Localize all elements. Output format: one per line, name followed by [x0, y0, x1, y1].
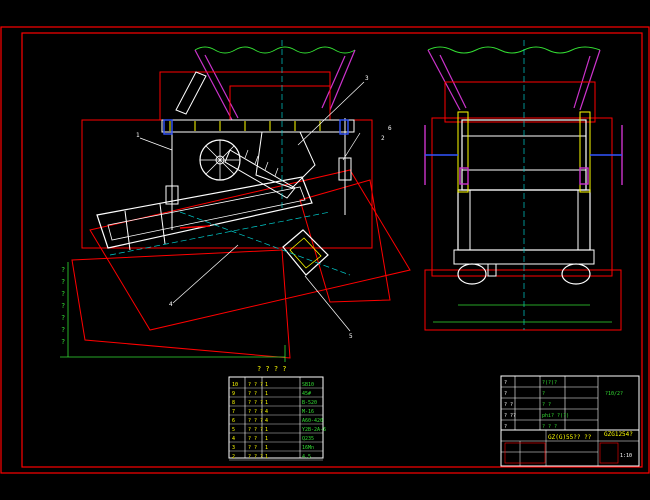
leader-label: 1 — [136, 132, 140, 139]
leader-label: 5 — [349, 333, 353, 340]
title-block-cell: ? — [542, 391, 545, 397]
svg-text:?: ? — [61, 266, 65, 274]
parts-table-cell: 4 — [265, 409, 268, 415]
parts-table-cell: 6 — [232, 418, 235, 424]
parts-table-cell: 45# — [302, 391, 311, 397]
parts-table-cell: SB10 — [302, 382, 314, 388]
title-block: ?? ? ? ? ??? ?(?)?? ? ? phi? ?(?) ? ? ? GZ(G)… — [500, 375, 640, 467]
parts-table-cell: ? ? ? — [248, 427, 263, 433]
parts-table-cell: 16Mn — [302, 445, 314, 451]
parts-table-cell: 1 — [265, 427, 268, 433]
parts-table-cell: ? ? — [248, 391, 257, 397]
title-block-cell: ? ? ? — [542, 424, 557, 430]
parts-table-cell: 3 — [232, 445, 235, 451]
svg-text:?: ? — [61, 314, 65, 322]
parts-table-cell: 2 — [232, 454, 235, 460]
parts-table-cell: Q235 — [302, 436, 314, 442]
title-block-cell: ? ? — [504, 402, 513, 408]
parts-table-cell: B-520 — [302, 400, 317, 406]
drawing-name: GZG1254? — [604, 431, 633, 438]
drawing-scale: 1:10 — [620, 453, 632, 459]
parts-table-cell: 7 — [232, 409, 235, 415]
parts-table: ? ? ? ? 10? ? ? 1 SB109? ? 1 45#8? ? ? 1 B-520… — [228, 365, 326, 461]
title-block-cell: ? ?? — [504, 413, 516, 419]
parts-table-cell: 1 — [265, 436, 268, 442]
parts-table-cell: ? ? ? — [248, 409, 263, 415]
title-block-cell: ? ? — [542, 402, 551, 408]
leader-label: 6 — [388, 125, 392, 132]
parts-table-cell: 10 — [232, 382, 238, 388]
parts-table-cell: Y2B-2A-6 — [302, 427, 326, 433]
title-block-cell: ? — [504, 380, 507, 386]
front-view — [424, 40, 623, 331]
title-block-cell: ? — [504, 391, 507, 397]
parts-table-cell: 1 — [265, 400, 268, 406]
parts-table-cell: 9 — [232, 391, 235, 397]
svg-text:?: ? — [61, 278, 65, 286]
leader-label: 3 — [365, 75, 369, 82]
drawing-spec: ?10/2? — [605, 391, 623, 397]
svg-text:?: ? — [61, 338, 65, 346]
svg-text:?: ? — [61, 302, 65, 310]
parts-table-cell: 1 — [265, 454, 268, 460]
parts-table-cell: ? ? ? — [248, 400, 263, 406]
title-block-cell: ?(?)? — [542, 380, 557, 386]
svg-text:?: ? — [61, 290, 65, 298]
parts-table-title: ? ? ? ? — [257, 365, 287, 373]
title-block-cell: phi? ?(?) — [542, 413, 569, 419]
parts-table-cell: ? ? ? — [248, 418, 263, 424]
parts-table-cell: M-16 — [302, 409, 314, 415]
parts-table-cell: 4.5 — [302, 454, 311, 460]
parts-table-cell: 4 — [232, 436, 235, 442]
parts-table-cell: 1 — [265, 391, 268, 397]
parts-table-cell: 1 — [265, 382, 268, 388]
parts-table-cell: 5 — [232, 427, 235, 433]
leader-label: 4 — [169, 301, 173, 308]
parts-table-cell: ? ? ? — [248, 382, 263, 388]
side-view: ?? ?? ?? ? — [60, 40, 411, 362]
svg-text:?: ? — [61, 326, 65, 334]
leader-label: 2 — [381, 135, 385, 142]
parts-table-cell: 4 — [265, 418, 268, 424]
parts-table-cell: ? ? — [248, 445, 257, 451]
cad-drawing: ?? ?? ?? ? 1 2 3 4 5 6 ? ? ? ? 10 ? ? ? … — [0, 26, 650, 474]
parts-table-cell: 1 — [265, 445, 268, 451]
parts-table-cell: ? ? ? — [248, 454, 263, 460]
title-block-cell: ? — [504, 424, 507, 430]
parts-table-cell: A60-420 — [302, 418, 323, 424]
parts-table-cell: ? ? — [248, 436, 257, 442]
parts-table-cell: 8 — [232, 400, 235, 406]
drawing-number: GZ(G)55?? ?? — [548, 434, 592, 441]
